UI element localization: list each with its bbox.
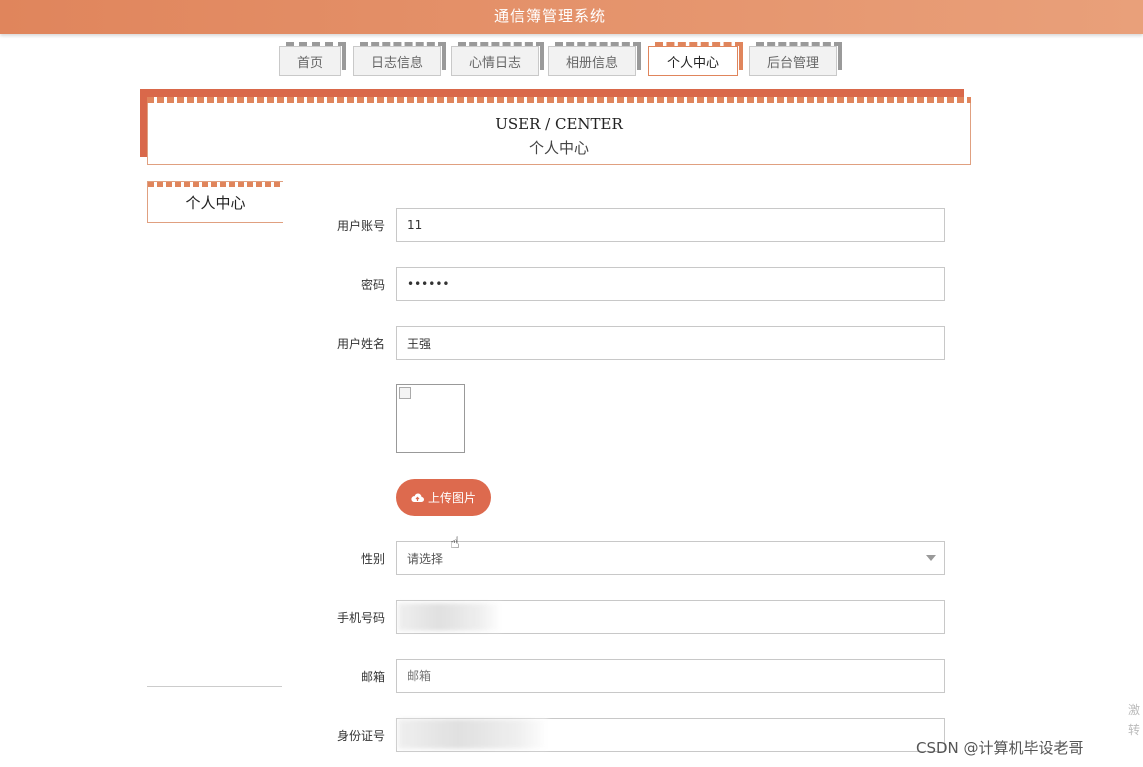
main-nav: 首页 日志信息 心情日志 相册信息 个人中心 后台管理	[0, 41, 1143, 81]
gender-select[interactable]: 请选择	[396, 541, 945, 575]
upload-button-label: 上传图片	[427, 491, 476, 505]
nav-item-admin[interactable]: 后台管理	[749, 42, 842, 76]
gender-select-value: 请选择	[407, 551, 444, 566]
side-hint: 激 转	[1128, 700, 1140, 740]
password-label: 密码	[360, 278, 385, 292]
nav-item-home[interactable]: 首页	[279, 42, 346, 76]
sidebar-divider	[147, 686, 282, 687]
top-bar: 通信簿管理系统	[0, 0, 1143, 34]
nav-item-logs[interactable]: 日志信息	[353, 42, 446, 76]
title-dash-border	[147, 97, 971, 103]
sidebar-item-user-center[interactable]: 个人中心	[147, 181, 283, 223]
cloud-upload-icon	[411, 493, 424, 502]
page-title-box: USER / CENTER 个人中心	[147, 97, 971, 165]
gender-label: 性别	[360, 552, 385, 566]
email-label: 邮箱	[360, 670, 385, 684]
email-input[interactable]	[396, 659, 945, 693]
page-title-cn: 个人中心	[528, 139, 589, 157]
side-hint-line-1: 激	[1128, 703, 1141, 717]
idcard-redaction	[398, 719, 548, 749]
idcard-label: 身份证号	[336, 729, 385, 743]
name-label: 用户姓名	[336, 337, 385, 351]
chevron-down-icon	[926, 555, 936, 561]
nav-item-mood-logs[interactable]: 心情日志	[451, 42, 544, 76]
page-title-en: USER / CENTER	[495, 115, 623, 133]
nav-item-albums[interactable]: 相册信息	[548, 42, 641, 76]
name-input[interactable]	[396, 326, 945, 360]
broken-image-icon	[399, 387, 411, 399]
upload-image-button[interactable]: 上传图片	[396, 479, 491, 516]
account-input[interactable]	[396, 208, 945, 242]
app-title: 通信簿管理系统	[493, 7, 606, 25]
phone-redaction	[398, 603, 501, 631]
account-label: 用户账号	[336, 219, 385, 233]
hand-cursor-icon: ☝	[450, 533, 460, 552]
watermark: CSDN @计算机毕设老哥	[916, 739, 1084, 757]
phone-label: 手机号码	[336, 611, 385, 625]
password-input[interactable]	[396, 267, 945, 301]
avatar-preview	[396, 384, 465, 453]
nav-item-user-center[interactable]: 个人中心	[648, 42, 743, 76]
side-hint-line-2: 转	[1128, 723, 1141, 737]
